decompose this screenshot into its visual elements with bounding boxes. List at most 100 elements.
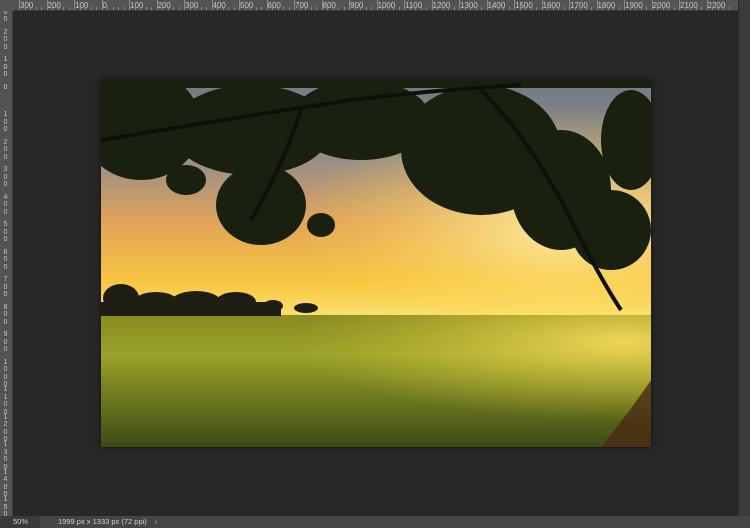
ruler-minor-tick bbox=[30, 7, 31, 10]
ruler-minor-tick bbox=[607, 7, 609, 10]
ruler-minor-tick bbox=[79, 7, 81, 10]
ruler-minor-tick bbox=[288, 7, 290, 10]
ruler-tick-label: 400 bbox=[3, 193, 8, 216]
ruler-tick bbox=[46, 0, 48, 10]
ruler-minor-tick bbox=[327, 7, 328, 10]
ruler-minor-tick bbox=[393, 7, 394, 10]
ruler-minor-tick bbox=[261, 7, 262, 10]
ruler-minor-tick bbox=[200, 7, 202, 10]
ruler-tick-label: 100 bbox=[3, 56, 8, 78]
ruler-minor-tick bbox=[684, 7, 686, 10]
ruler-minor-tick bbox=[35, 7, 37, 10]
ruler-tick-label: 200 bbox=[47, 1, 61, 10]
ruler-tick-label: 600 bbox=[267, 1, 281, 10]
ruler-minor-tick bbox=[244, 7, 246, 10]
ruler-minor-tick bbox=[316, 7, 317, 10]
ruler-minor-tick bbox=[426, 7, 427, 10]
ruler-minor-tick bbox=[24, 7, 26, 10]
ruler-minor-tick bbox=[481, 7, 482, 10]
horizontal-ruler[interactable]: 300 200 100 0 100 200 300 400 500 600 700 800 900 100… bbox=[0, 0, 738, 11]
ruler-tick bbox=[459, 0, 460, 10]
ruler-tick-label: 100 bbox=[75, 1, 89, 10]
ruler-minor-tick bbox=[217, 7, 218, 10]
ruler-origin-corner[interactable] bbox=[0, 0, 13, 11]
ruler-tick-label: 800 bbox=[322, 1, 336, 10]
ruler-minor-tick bbox=[52, 7, 53, 10]
ruler-tick-label: 300 bbox=[185, 1, 199, 10]
ruler-tick bbox=[706, 0, 708, 10]
ruler-tick bbox=[19, 0, 20, 10]
ruler-minor-tick bbox=[690, 7, 691, 10]
ruler-minor-tick bbox=[673, 7, 675, 10]
ruler-tick-label: 600 bbox=[3, 248, 8, 271]
ruler-minor-tick bbox=[189, 7, 191, 10]
ruler-minor-tick bbox=[525, 7, 526, 10]
ruler-minor-tick bbox=[475, 7, 477, 10]
ruler-minor-tick bbox=[547, 7, 548, 10]
ruler-tick-label: 700 bbox=[3, 276, 8, 298]
ruler-minor-tick bbox=[250, 7, 251, 10]
status-bar: 50% 1999 px x 1333 px (72 ppi) › bbox=[0, 516, 750, 528]
ruler-tick bbox=[74, 0, 75, 10]
status-menu-arrow[interactable]: › bbox=[155, 516, 158, 528]
ruler-minor-tick bbox=[145, 7, 147, 10]
zoom-level-field[interactable]: 50% bbox=[0, 516, 40, 528]
ruler-minor-tick bbox=[563, 7, 565, 10]
ruler-minor-tick bbox=[112, 7, 114, 10]
ruler-minor-tick bbox=[574, 7, 576, 10]
ruler-tick bbox=[569, 0, 570, 10]
vertical-ruler[interactable]: 3002001000100200300400500600700800900100… bbox=[0, 1, 13, 526]
ruler-tick-label: 300 bbox=[20, 1, 34, 10]
ruler-minor-tick bbox=[41, 7, 42, 10]
ruler-tick-label: 200 bbox=[3, 138, 8, 161]
ruler-minor-tick bbox=[134, 7, 136, 10]
ruler-minor-tick bbox=[668, 7, 669, 10]
ruler-tick bbox=[239, 0, 240, 10]
ruler-minor-tick bbox=[420, 7, 422, 10]
ruler-minor-tick bbox=[635, 7, 636, 10]
ruler-tick-label: 900 bbox=[350, 1, 364, 10]
vertical-scrollbar[interactable] bbox=[738, 0, 750, 516]
ruler-minor-tick bbox=[657, 7, 658, 10]
ruler-minor-tick bbox=[140, 7, 141, 10]
ruler-tick bbox=[651, 0, 653, 10]
ruler-tick bbox=[101, 0, 103, 10]
ruler-minor-tick bbox=[85, 7, 86, 10]
ruler-minor-tick bbox=[107, 7, 108, 10]
ruler-minor-tick bbox=[602, 7, 603, 10]
ruler-minor-tick bbox=[464, 7, 466, 10]
ruler-minor-tick bbox=[629, 7, 631, 10]
ruler-minor-tick bbox=[580, 7, 581, 10]
sunset-field-photo bbox=[101, 80, 651, 447]
ruler-minor-tick bbox=[536, 7, 537, 10]
ruler-minor-tick bbox=[398, 7, 400, 10]
document-image[interactable] bbox=[101, 80, 651, 447]
ruler-minor-tick bbox=[173, 7, 174, 10]
ruler-minor-tick bbox=[68, 7, 70, 10]
ruler-tick bbox=[129, 0, 130, 10]
ruler-minor-tick bbox=[701, 7, 702, 10]
ruler-minor-tick bbox=[723, 7, 724, 10]
ruler-tick bbox=[486, 0, 488, 10]
ruler-minor-tick bbox=[338, 7, 339, 10]
ruler-minor-tick bbox=[255, 7, 257, 10]
ruler-tick-label: 200 bbox=[157, 1, 171, 10]
ruler-tick bbox=[541, 0, 543, 10]
ruler-minor-tick bbox=[178, 7, 180, 10]
ruler-tick-label: 1000 bbox=[3, 358, 8, 389]
document-info: 1999 px x 1333 px (72 ppi) bbox=[58, 517, 147, 526]
ruler-minor-tick bbox=[151, 7, 152, 10]
ruler-minor-tick bbox=[448, 7, 449, 10]
ruler-tick bbox=[431, 0, 433, 10]
ruler-minor-tick bbox=[228, 7, 229, 10]
ruler-minor-tick bbox=[167, 7, 169, 10]
ruler-minor-tick bbox=[272, 7, 273, 10]
ruler-minor-tick bbox=[118, 7, 119, 10]
ruler-minor-tick bbox=[508, 7, 510, 10]
ruler-minor-tick bbox=[552, 7, 554, 10]
ruler-minor-tick bbox=[492, 7, 493, 10]
ruler-tick bbox=[294, 0, 295, 10]
ruler-minor-tick bbox=[585, 7, 587, 10]
ruler-tick-label: 100 bbox=[3, 111, 8, 133]
ruler-tick-label: 100 bbox=[130, 1, 144, 10]
